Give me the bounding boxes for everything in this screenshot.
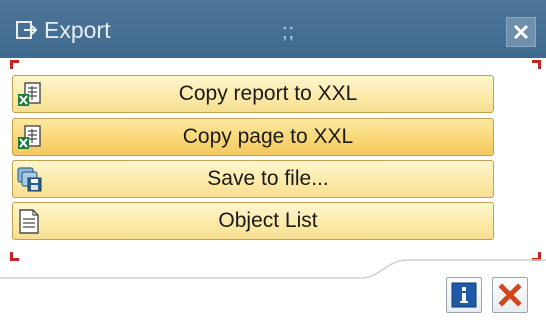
menu-item-label: Object List [218,209,318,232]
export-dialog: Export ;; Copy report to XXL Copy page t… [0,0,546,330]
drag-grip[interactable]: ;; [282,20,295,44]
copy-page-to-xxl-button[interactable]: Copy page to XXL [12,118,494,156]
dialog-title: Export [44,17,111,43]
object-list-button[interactable]: Object List [12,202,494,240]
menu-item-label: Copy report to XXL [178,82,358,105]
info-button[interactable] [446,277,482,313]
menu-item-label: Copy page to XXL [182,125,354,148]
title-bar[interactable]: Export ;; [0,0,546,58]
cancel-button[interactable] [492,277,528,313]
excel-sheet-icon [17,125,43,151]
save-file-icon [17,167,43,193]
save-to-file-button[interactable]: Save to file... [12,160,494,198]
close-button[interactable] [506,17,536,47]
document-list-icon [17,209,43,235]
focus-corner [10,60,19,69]
export-icon [16,20,38,40]
excel-sheet-icon [17,82,43,108]
copy-report-to-xxl-button[interactable]: Copy report to XXL [12,75,494,113]
menu-item-label: Save to file... [207,167,329,190]
focus-corner [532,60,541,69]
